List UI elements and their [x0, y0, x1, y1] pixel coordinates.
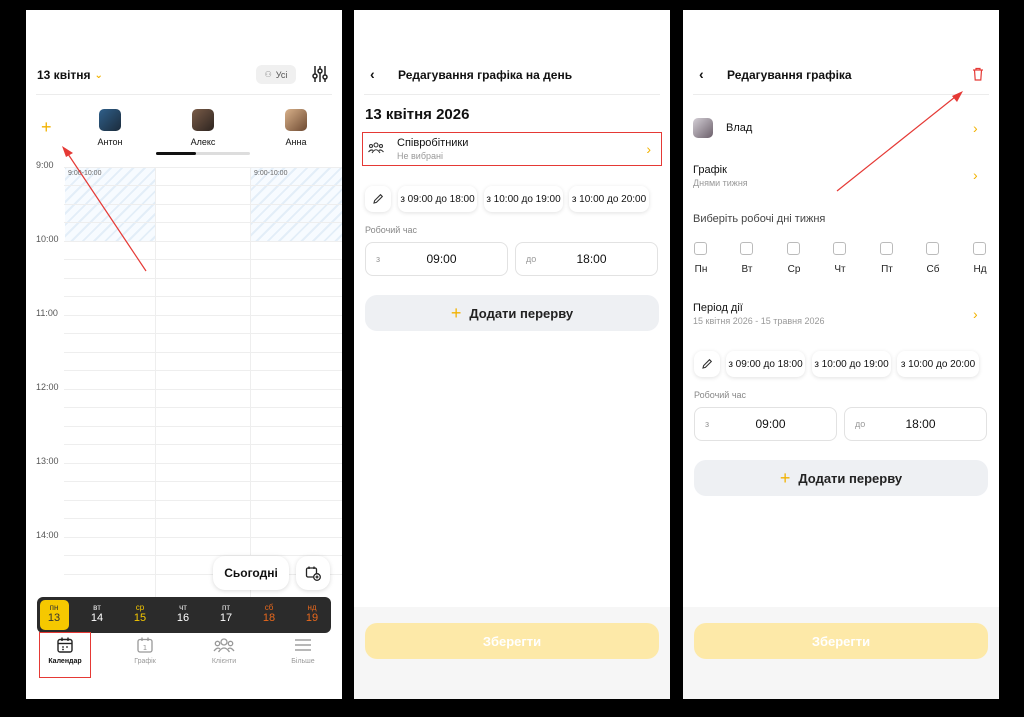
annotation-arrow — [836, 91, 963, 192]
back-icon[interactable]: ‹ — [370, 66, 375, 82]
work-time-label: Робочий час — [365, 225, 418, 235]
day-schedule-editor: ‹ Редагування графіка на день 13 квітня … — [354, 10, 670, 699]
time-to-field[interactable]: до 18:00 — [515, 242, 658, 276]
preset-chip[interactable]: з 10:00 до 19:00 — [484, 186, 563, 212]
plus-icon: + — [450, 302, 462, 323]
time-from-prefix: з — [376, 254, 381, 264]
schedule-editor: ‹ Редагування графіка Влад › Графік Дням… — [683, 10, 999, 699]
add-break-button[interactable]: + Додати перерву — [365, 295, 659, 331]
time-from-value: 09:00 — [426, 252, 457, 266]
add-break-label: Додати перерву — [469, 305, 574, 321]
employees-row[interactable]: Співробітники Не вибрані › — [362, 132, 662, 166]
employees-sub: Не вибрані — [397, 151, 443, 161]
preset-chip[interactable]: з 10:00 до 20:00 — [569, 186, 649, 212]
edit-presets-button[interactable] — [365, 186, 391, 212]
selected-date: 13 квітня 2026 — [365, 106, 470, 123]
save-label: Зберегти — [482, 633, 542, 649]
save-button[interactable]: Зберегти — [365, 623, 659, 659]
pencil-icon — [373, 193, 384, 204]
time-to-prefix: до — [526, 254, 537, 264]
employees-label: Співробітники — [397, 137, 469, 149]
annotation-arrow — [62, 146, 147, 272]
screen-title: Редагування графіка на день — [398, 68, 573, 82]
chevron-right-icon: › — [646, 141, 651, 157]
people-icon — [368, 142, 384, 154]
calendar-screen: 13 квітня ⌄ ⚇ Усі + Антон Алекс Анна 9:0… — [26, 10, 342, 699]
preset-chip[interactable]: з 09:00 до 18:00 — [398, 186, 477, 212]
time-to-value: 18:00 — [576, 252, 607, 266]
time-from-field[interactable]: з 09:00 — [365, 242, 508, 276]
